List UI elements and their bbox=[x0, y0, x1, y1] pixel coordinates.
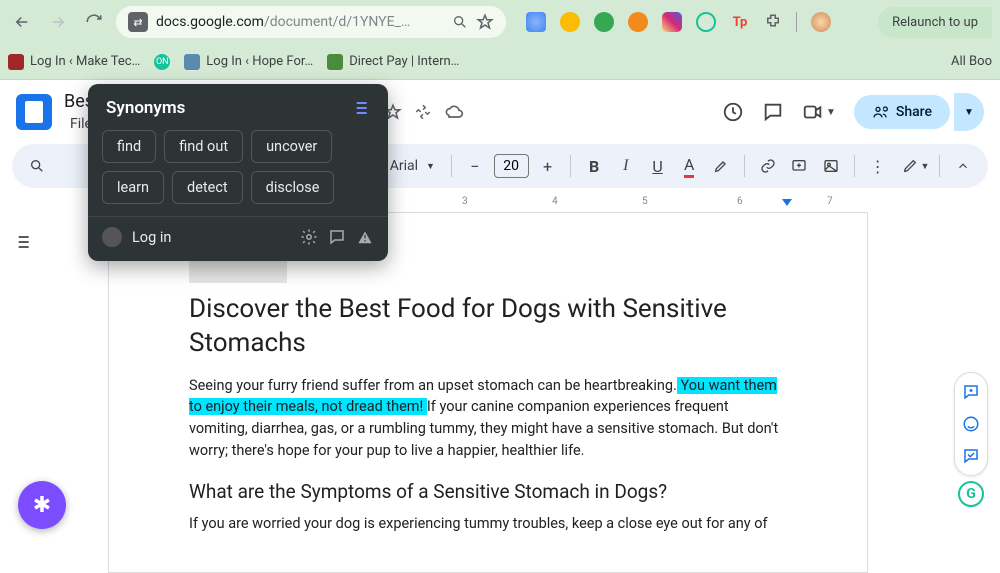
share-dropdown[interactable]: ▼ bbox=[954, 93, 984, 131]
list-icon bbox=[12, 232, 32, 252]
star-icon[interactable] bbox=[476, 13, 494, 31]
comment-icon[interactable] bbox=[762, 101, 784, 123]
synonym-chip[interactable]: detect bbox=[172, 171, 243, 204]
extension-icon[interactable] bbox=[560, 12, 580, 32]
extension-icon[interactable]: Tp bbox=[730, 12, 750, 32]
people-icon bbox=[872, 104, 888, 120]
underline-button[interactable]: U bbox=[645, 152, 671, 180]
suggest-icon[interactable] bbox=[962, 447, 980, 465]
synonym-chip[interactable]: uncover bbox=[251, 130, 332, 163]
back-button[interactable] bbox=[8, 8, 36, 36]
extension-icon[interactable] bbox=[696, 12, 716, 32]
synonym-chip[interactable]: find bbox=[102, 130, 156, 163]
increase-size-button[interactable]: + bbox=[535, 152, 561, 180]
extension-icon[interactable] bbox=[662, 12, 682, 32]
undo-button[interactable] bbox=[56, 152, 82, 180]
paragraph[interactable]: If you are worried your dog is experienc… bbox=[189, 513, 787, 535]
bookmark-item[interactable]: Log In ‹ Hope For… bbox=[184, 54, 313, 70]
comment-plus-icon bbox=[791, 158, 807, 174]
history-icon[interactable] bbox=[722, 101, 744, 123]
cloud-icon[interactable] bbox=[444, 102, 464, 122]
all-bookmarks[interactable]: All Boo bbox=[951, 54, 992, 69]
more-button[interactable]: ⋮ bbox=[865, 152, 891, 180]
heading-1[interactable]: Discover the Best Food for Dogs with Sen… bbox=[189, 293, 787, 361]
extension-icon[interactable] bbox=[594, 12, 614, 32]
list-icon[interactable] bbox=[350, 98, 370, 118]
reload-icon bbox=[85, 13, 103, 31]
extension-icon[interactable] bbox=[628, 12, 648, 32]
font-size-input[interactable]: 20 bbox=[494, 154, 529, 178]
synonym-list: find find out uncover learn detect discl… bbox=[88, 128, 388, 216]
collapse-button[interactable] bbox=[950, 152, 976, 180]
share-button[interactable]: Share bbox=[854, 95, 950, 129]
url-text: docs.google.com/document/d/1YNYE_… bbox=[156, 14, 410, 30]
synonym-chip[interactable]: find out bbox=[164, 130, 243, 163]
link-button[interactable] bbox=[755, 152, 781, 180]
chat-icon[interactable] bbox=[328, 228, 346, 246]
profile-avatar[interactable] bbox=[811, 12, 831, 32]
chevron-down-icon: ▼ bbox=[964, 107, 974, 118]
arrow-right-icon bbox=[49, 13, 67, 31]
ruler-marker-icon[interactable] bbox=[782, 199, 792, 206]
extension-icon[interactable] bbox=[526, 12, 546, 32]
browser-nav-bar: ⇄ docs.google.com/document/d/1YNYE_… Tp … bbox=[0, 0, 1000, 44]
video-icon[interactable] bbox=[802, 101, 824, 123]
link-icon bbox=[760, 158, 776, 174]
editing-mode-button[interactable]: ▼ bbox=[902, 152, 929, 180]
relaunch-button[interactable]: Relaunch to up bbox=[878, 7, 992, 38]
chevron-up-icon bbox=[956, 159, 970, 173]
gear-icon[interactable] bbox=[300, 228, 318, 246]
reload-button[interactable] bbox=[80, 8, 108, 36]
search-button[interactable] bbox=[24, 152, 50, 180]
login-link[interactable]: Log in bbox=[132, 229, 171, 246]
pencil-icon bbox=[902, 158, 918, 174]
bookmarks-bar: Log In ‹ Make Tec… ON Log In ‹ Hope For…… bbox=[0, 44, 1000, 80]
bold-button[interactable]: B bbox=[581, 152, 607, 180]
insert-image-button[interactable] bbox=[818, 152, 844, 180]
extensions-icon[interactable] bbox=[764, 13, 782, 31]
chevron-down-icon[interactable]: ▼ bbox=[826, 107, 836, 118]
add-comment-icon[interactable] bbox=[962, 383, 980, 401]
paragraph[interactable]: Seeing your furry friend suffer from an … bbox=[189, 375, 787, 462]
text-color-button[interactable]: A bbox=[676, 152, 702, 180]
user-avatar-icon bbox=[102, 227, 122, 247]
warning-icon[interactable] bbox=[356, 228, 374, 246]
bookmark-item[interactable]: Log In ‹ Make Tec… bbox=[8, 54, 140, 70]
decrease-size-button[interactable]: − bbox=[462, 152, 488, 180]
emoji-icon[interactable] bbox=[962, 415, 980, 433]
heading-2[interactable]: What are the Symptoms of a Sensitive Sto… bbox=[189, 480, 787, 503]
zoom-icon[interactable] bbox=[452, 14, 468, 30]
popup-title: Synonyms bbox=[106, 98, 185, 118]
document-page[interactable]: Discover the Best Food for Dogs with Sen… bbox=[108, 212, 868, 573]
add-comment-button[interactable] bbox=[786, 152, 812, 180]
font-selector[interactable]: Arial▼ bbox=[384, 158, 441, 174]
synonym-chip[interactable]: disclose bbox=[251, 171, 335, 204]
forward-button[interactable] bbox=[44, 8, 72, 36]
sparkle-icon: ✱ bbox=[33, 493, 51, 518]
move-icon[interactable] bbox=[414, 103, 432, 121]
selection-highlight bbox=[189, 259, 287, 283]
arrow-left-icon bbox=[13, 13, 31, 31]
side-comment-panel bbox=[954, 372, 988, 476]
highlight-button[interactable] bbox=[708, 152, 734, 180]
assistant-fab[interactable]: ✱ bbox=[18, 481, 66, 529]
grammarly-badge-icon[interactable]: G bbox=[958, 481, 984, 507]
address-bar[interactable]: ⇄ docs.google.com/document/d/1YNYE_… bbox=[116, 6, 506, 38]
italic-button[interactable]: I bbox=[613, 152, 639, 180]
site-settings-icon[interactable]: ⇄ bbox=[128, 12, 148, 32]
docs-logo-icon[interactable] bbox=[16, 94, 52, 130]
synonym-chip[interactable]: learn bbox=[102, 171, 164, 204]
chevron-down-icon: ▼ bbox=[426, 161, 435, 172]
image-icon bbox=[823, 158, 839, 174]
synonyms-popup: Synonyms find find out uncover learn det… bbox=[88, 84, 388, 261]
bookmark-item[interactable]: Direct Pay | Intern… bbox=[327, 54, 459, 70]
extensions-tray: Tp bbox=[526, 12, 831, 32]
highlighter-icon bbox=[713, 158, 729, 174]
search-icon bbox=[29, 158, 45, 174]
bookmark-item[interactable]: ON bbox=[154, 54, 170, 70]
